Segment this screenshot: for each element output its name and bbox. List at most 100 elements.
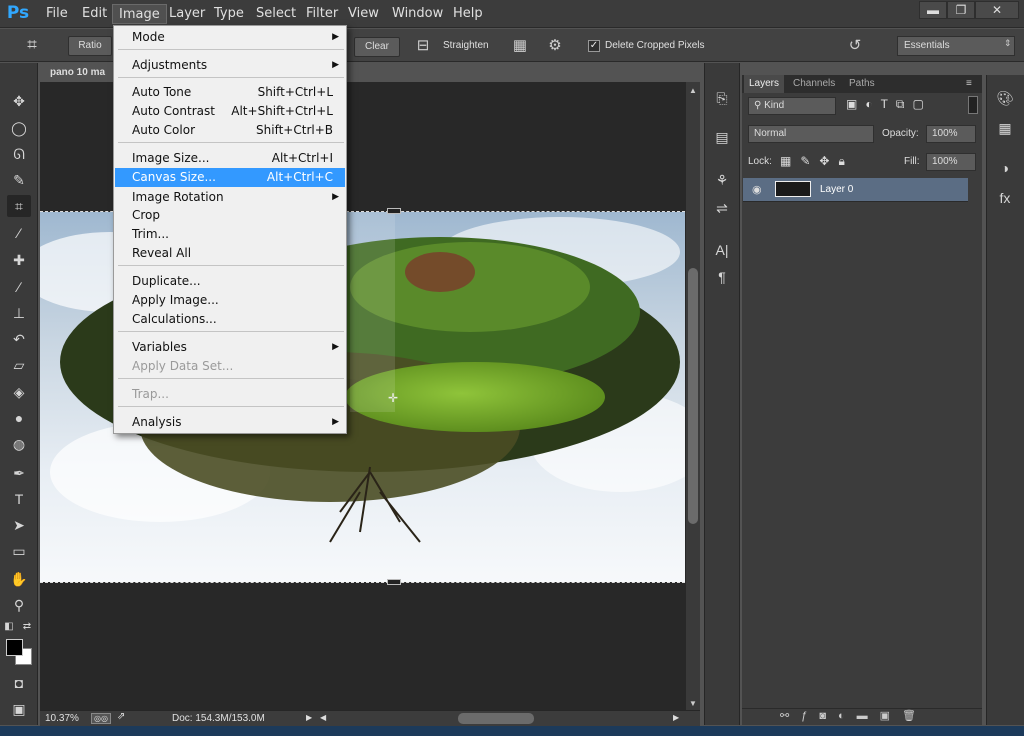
quick-mask-icon[interactable]: ◘ (7, 672, 31, 694)
visibility-eye-icon[interactable]: ◉ (752, 183, 762, 196)
ratio-select[interactable]: Ratio (68, 36, 112, 56)
settings-gear-icon[interactable]: ⚙ (545, 36, 565, 56)
menu-edit[interactable]: Edit (76, 4, 113, 24)
screen-mode-icon[interactable]: ▣ (7, 698, 31, 720)
styles-fx-icon[interactable]: fx (995, 188, 1015, 208)
menu-select[interactable]: Select (250, 4, 302, 24)
quick-select-tool-icon[interactable]: ✎ (7, 169, 31, 191)
horizontal-scroll-thumb[interactable] (458, 713, 534, 724)
path-select-icon[interactable]: ➤ (7, 514, 31, 536)
menu-file[interactable]: File (40, 4, 74, 24)
scroll-left-icon[interactable]: ◀ (320, 713, 326, 722)
share-icon[interactable]: ⇗ (117, 711, 125, 722)
eraser-tool-icon[interactable]: ▱ (7, 354, 31, 376)
menu-item-trim[interactable]: Trim... (115, 225, 345, 244)
tab-paths[interactable]: Paths (844, 75, 880, 93)
zoom-level[interactable]: 10.37% (45, 712, 79, 726)
panel-menu-icon[interactable]: ≡ (966, 78, 972, 89)
menu-item-reveal-all[interactable]: Reveal All (115, 244, 345, 263)
brush-presets-icon[interactable]: ⚘ (712, 170, 732, 190)
menu-item-adjustments[interactable]: Adjustments ▶ (115, 56, 345, 75)
foreground-color-swatch[interactable] (6, 639, 23, 656)
menu-item-auto-contrast[interactable]: Auto Contrast Alt+Shift+Ctrl+L (115, 102, 345, 121)
lock-icons[interactable]: ▦✎✥🔒︎ (780, 154, 854, 169)
menu-item-analysis[interactable]: Analysis ▶ (115, 413, 345, 432)
tab-channels[interactable]: Channels (788, 75, 840, 93)
blur-tool-icon[interactable]: ● (7, 407, 31, 429)
rectangle-tool-icon[interactable]: ▭ (7, 540, 31, 562)
layers-footer-icons[interactable]: ⚯ƒ◙◐▬▣🗑︎ (780, 709, 928, 722)
filter-type-icons[interactable]: ▣◐T⧉▢ (846, 97, 932, 112)
move-tool-icon[interactable]: ✥ (7, 90, 31, 112)
menu-image[interactable]: Image (112, 4, 167, 24)
menu-item-duplicate[interactable]: Duplicate... (115, 272, 345, 291)
opacity-input[interactable]: 100% (926, 125, 976, 143)
clear-button[interactable]: Clear (354, 37, 400, 57)
character-panel-icon[interactable]: A| (712, 240, 732, 260)
menu-help[interactable]: Help (447, 4, 489, 24)
blend-mode-select[interactable]: Normal (748, 125, 874, 143)
menu-item-calculations[interactable]: Calculations... (115, 310, 345, 329)
timing-icon[interactable]: ◎◎ (91, 713, 111, 724)
delete-cropped-checkbox[interactable]: ✓ (588, 40, 600, 52)
dodge-tool-icon[interactable]: ◍ (7, 433, 31, 455)
scroll-down-icon[interactable]: ▼ (689, 699, 697, 708)
filter-toggle[interactable] (968, 96, 978, 114)
crop-tool-icon[interactable]: ⌗ (22, 35, 42, 55)
scroll-up-icon[interactable]: ▲ (689, 86, 697, 95)
restore-button[interactable]: ❐ (947, 1, 975, 19)
crop-tool-button-icon[interactable]: ⌗ (7, 195, 31, 217)
vertical-scroll-thumb[interactable] (688, 268, 698, 524)
scroll-right-icon[interactable]: ▶ (673, 713, 679, 722)
healing-brush-icon[interactable]: ✚ (7, 249, 31, 271)
status-menu-arrow-icon[interactable]: ▶ (306, 713, 312, 722)
adjustments-panel-icon[interactable]: ⇌ (712, 198, 732, 218)
minimize-button[interactable]: ▬ (919, 1, 947, 19)
properties-panel-icon[interactable]: ▤ (712, 127, 732, 147)
menu-item-variables[interactable]: Variables ▶ (115, 338, 345, 357)
close-button[interactable]: ✕ (975, 1, 1019, 19)
clone-stamp-icon[interactable]: ⊥ (7, 302, 31, 324)
fill-input[interactable]: 100% (926, 153, 976, 171)
zoom-tool-icon[interactable]: ⚲ (7, 594, 31, 616)
marquee-tool-icon[interactable]: ◯ (7, 117, 31, 139)
document-tab[interactable]: pano 10 ma (42, 63, 112, 82)
menu-item-canvas-size[interactable]: Canvas Size... Alt+Ctrl+C (115, 168, 345, 187)
eyedropper-tool-icon[interactable]: ⁄ (7, 222, 31, 244)
history-brush-icon[interactable]: ↶ (7, 328, 31, 350)
crop-handle-top[interactable] (387, 208, 401, 214)
menu-item-image-size[interactable]: Image Size... Alt+Ctrl+I (115, 149, 345, 168)
layer-name[interactable]: Layer 0 (820, 181, 853, 199)
history-panel-icon[interactable]: ⎘ (712, 88, 732, 108)
menu-type[interactable]: Type (208, 4, 250, 24)
menu-item-crop[interactable]: Crop (115, 206, 345, 225)
menu-item-auto-color[interactable]: Auto Color Shift+Ctrl+B (115, 121, 345, 140)
type-tool-icon[interactable]: T (7, 488, 31, 510)
reset-icon[interactable]: ↺ (845, 36, 865, 56)
default-colors-icon[interactable]: ◧ (2, 616, 16, 638)
menu-item-mode[interactable]: Mode ▶ (115, 28, 345, 47)
layer-filter-select[interactable]: ⚲ Kind (748, 97, 836, 115)
overlay-grid-icon[interactable]: ▦ (510, 36, 530, 56)
straighten-icon[interactable]: ⊟ (413, 36, 433, 56)
brush-tool-icon[interactable]: ∕ (7, 276, 31, 298)
menu-item-apply-image[interactable]: Apply Image... (115, 291, 345, 310)
adjustments-icon[interactable]: ◑ (995, 158, 1015, 178)
workspace-select[interactable]: Essentials (897, 36, 1015, 56)
swatches-panel-icon[interactable]: ▦ (995, 118, 1015, 138)
straighten-label[interactable]: Straighten (443, 36, 489, 56)
lasso-tool-icon[interactable]: ᘏ (7, 143, 31, 165)
tab-layers[interactable]: Layers (744, 75, 785, 93)
swap-colors-icon[interactable]: ⇄ (20, 616, 34, 638)
paragraph-panel-icon[interactable]: ¶ (712, 267, 732, 287)
menu-item-image-rotation[interactable]: Image Rotation ▶ (115, 188, 345, 207)
menu-layer[interactable]: Layer (163, 4, 211, 24)
color-panel-icon[interactable]: 🎨︎ (995, 88, 1015, 108)
hand-tool-icon[interactable]: ✋ (7, 568, 31, 590)
crop-handle-bottom[interactable] (387, 579, 401, 585)
menu-filter[interactable]: Filter (300, 4, 344, 24)
menu-window[interactable]: Window (386, 4, 449, 24)
menu-view[interactable]: View (342, 4, 385, 24)
pen-tool-icon[interactable]: ✒ (7, 462, 31, 484)
paint-bucket-icon[interactable]: ◈ (7, 381, 31, 403)
